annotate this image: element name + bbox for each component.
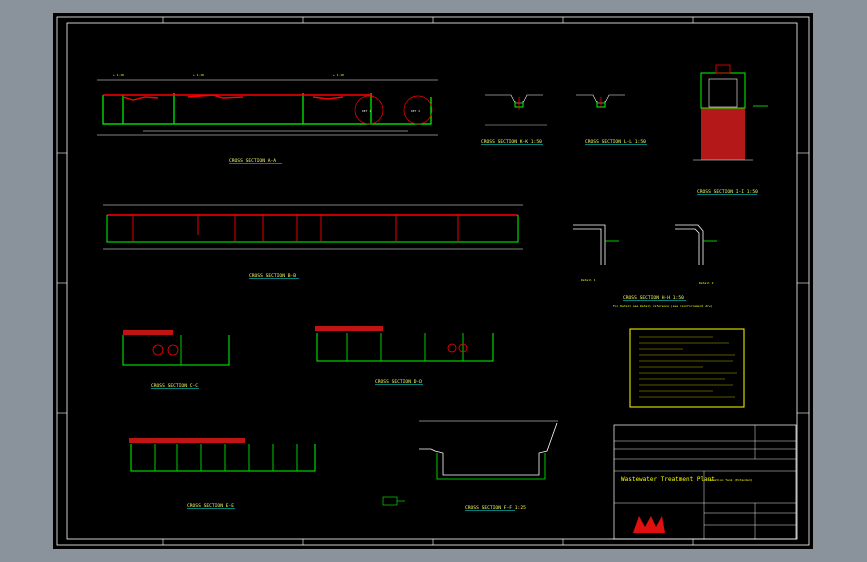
section-b-title[interactable]: CROSS SECTION B-B	[249, 273, 296, 279]
detail-2-label: Detail 2	[699, 281, 714, 285]
drawing-subtitle: Aeration Tank (Extended)	[709, 478, 753, 482]
drawing-canvas[interactable]: DET 1 DET 2 + 1.10 + 1.10 + 1.10 CROSS SEC…	[53, 13, 813, 549]
section-b-drawing[interactable]	[103, 204, 523, 250]
notes-box[interactable]	[629, 328, 745, 408]
detail-1-drawing[interactable]	[573, 224, 619, 265]
section-a-title[interactable]: CROSS SECTION A-A	[229, 158, 276, 164]
section-l-title[interactable]: CROSS SECTION L-L 1:50	[585, 139, 646, 145]
svg-text:+ 1.10: + 1.10	[193, 73, 204, 77]
section-h-title[interactable]: CROSS SECTION H-H 1:50	[623, 295, 684, 301]
section-f-title[interactable]: CROSS SECTION F-F 1:25	[465, 505, 526, 511]
north-symbol	[382, 496, 405, 506]
section-c-drawing[interactable]	[122, 330, 230, 366]
det1-callout: DET 1	[362, 109, 371, 113]
project-title: Wastewater Treatment Plant	[621, 476, 715, 483]
svg-text:+ 1.10: + 1.10	[113, 73, 124, 77]
frame-ticks	[57, 17, 809, 545]
section-l-drawing[interactable]	[576, 94, 625, 108]
section-d-drawing[interactable]	[315, 326, 494, 362]
section-i-drawing[interactable]	[693, 64, 768, 161]
section-c-title[interactable]: CROSS SECTION C-C	[151, 383, 198, 389]
section-k-drawing[interactable]	[485, 94, 547, 126]
svg-text:+ 1.10: + 1.10	[333, 73, 344, 77]
title-block[interactable]: Wastewater Treatment Plant Aeration Tank…	[613, 424, 797, 540]
section-a-drawing[interactable]: DET 1 DET 2 + 1.10 + 1.10 + 1.10	[97, 73, 438, 136]
section-k-title[interactable]: CROSS SECTION K-K 1:50	[481, 139, 542, 145]
company-logo	[633, 516, 665, 533]
detail-1-label: Detail 1	[581, 278, 596, 282]
det2-callout: DET 2	[411, 109, 420, 113]
detail-note: For Detail see Detail reference (see rei…	[613, 304, 713, 308]
cad-viewport[interactable]: DET 1 DET 2 + 1.10 + 1.10 + 1.10 CROSS SEC…	[53, 13, 813, 549]
section-d-title[interactable]: CROSS SECTION D-D	[375, 379, 422, 385]
section-e-title[interactable]: CROSS SECTION E-E	[187, 503, 234, 509]
section-e-drawing[interactable]	[129, 438, 316, 472]
inner-frame	[66, 22, 798, 540]
section-i-title[interactable]: CROSS SECTION I-I 1:50	[697, 189, 758, 195]
section-f-drawing[interactable]	[419, 420, 558, 480]
outer-frame	[56, 16, 810, 546]
detail-2-drawing[interactable]	[675, 224, 717, 265]
